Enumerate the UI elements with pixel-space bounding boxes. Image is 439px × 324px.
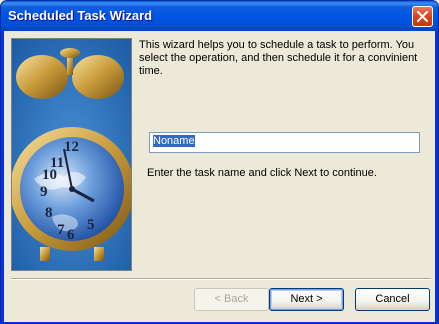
wizard-window: Scheduled Task Wizard 9 12 11 8 6 5 7 10… <box>0 0 439 324</box>
svg-text:12: 12 <box>64 139 79 155</box>
task-name-value: Noname <box>153 135 195 147</box>
svg-text:9: 9 <box>40 184 48 200</box>
back-button[interactable]: < Back <box>194 288 269 311</box>
close-button[interactable] <box>412 6 433 27</box>
cancel-button[interactable]: Cancel <box>355 288 430 311</box>
next-button[interactable]: Next > <box>269 288 344 311</box>
window-title: Scheduled Task Wizard <box>8 8 153 23</box>
alarm-clock-globe-image: 9 12 11 8 6 5 7 10 <box>11 38 132 271</box>
svg-text:8: 8 <box>45 205 53 221</box>
svg-text:6: 6 <box>67 227 75 243</box>
button-divider <box>11 278 431 280</box>
wizard-description: This wizard helps you to schedule a task… <box>139 39 418 77</box>
dialog-client-area: 9 12 11 8 6 5 7 10 This wizard helps you <box>4 31 435 322</box>
close-icon <box>417 11 428 22</box>
svg-text:7: 7 <box>57 222 65 238</box>
svg-text:10: 10 <box>42 167 57 183</box>
svg-text:5: 5 <box>87 217 95 233</box>
instruction-text: Enter the task name and click Next to co… <box>147 167 377 179</box>
title-bar[interactable]: Scheduled Task Wizard <box>1 1 438 31</box>
task-name-input[interactable]: Noname <box>149 132 420 153</box>
